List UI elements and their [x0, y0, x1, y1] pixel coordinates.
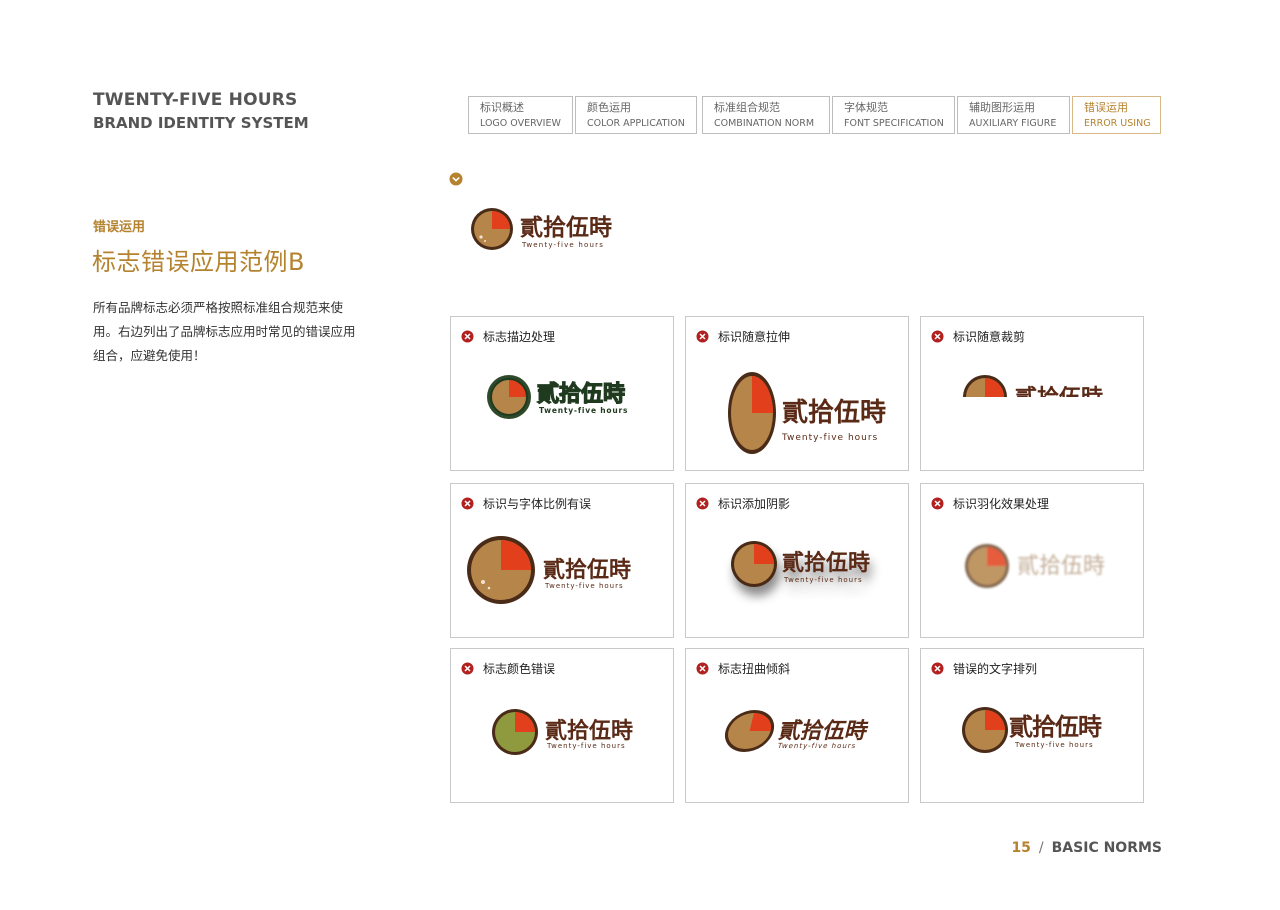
error-label: 标志描边处理	[483, 330, 556, 344]
logo-wordmark: 貳拾伍時	[782, 397, 886, 428]
x-circle-icon	[931, 330, 944, 343]
tab-combination-norm[interactable]: 标准组合规范 COMBINATION NORM	[702, 96, 830, 134]
logo-tagline: Twenty-five hours	[1014, 741, 1094, 749]
brand-title-line2: BRAND IDENTITY SYSTEM	[93, 114, 309, 132]
error-label: 标识随意拉伸	[718, 330, 791, 344]
section-tag: 错误运用	[93, 220, 146, 235]
section-heading: 标志错误应用范例B	[92, 248, 305, 276]
logo-tagline: Twenty-five hours	[783, 576, 863, 584]
x-circle-icon	[461, 330, 474, 343]
error-card: 标识随意裁剪 貳拾伍時	[920, 316, 1144, 471]
logo-tagline: Twenty-five hours	[546, 742, 626, 750]
logo-proportion-example: 貳拾伍時 Twenty-five hours	[467, 536, 631, 604]
tab-cn-label: 标准组合规范	[714, 101, 780, 114]
logo-shadow-example: 貳拾伍時 Twenty-five hours	[731, 541, 870, 587]
logo-wordmark: 貳拾伍時	[520, 214, 612, 241]
error-card: 标识随意拉伸 貳拾伍時 Twenty-five hours	[685, 316, 909, 471]
logo-tagline: Twenty-five hours	[776, 741, 858, 750]
logo-tagline: Twenty-five hours	[781, 433, 878, 443]
logo-wordmark: 貳拾伍時	[545, 718, 633, 744]
tab-logo-overview[interactable]: 标识概述 LOGO OVERVIEW	[468, 96, 573, 134]
brand-title-line1: TWENTY-FIVE HOURS	[93, 90, 298, 110]
brand-logo: 貳拾伍時 Twenty-five hours	[471, 208, 612, 250]
logo-wordmark: 貳拾伍時	[776, 717, 871, 744]
tab-en-label: COLOR APPLICATION	[587, 118, 685, 129]
logo-skewed-example: 貳拾伍時 Twenty-five hours	[724, 710, 871, 752]
error-label: 标识随意裁剪	[953, 330, 1026, 344]
x-circle-icon	[461, 662, 474, 675]
error-card: 标识添加阴影 貳拾伍時 Twenty-five hours	[685, 483, 909, 638]
tab-en-label: ERROR USING	[1084, 118, 1151, 129]
logo-wordmark: 貳拾伍時	[543, 557, 631, 583]
error-label: 标识添加阴影	[718, 497, 791, 511]
logo-stretched-example: 貳拾伍時 Twenty-five hours	[728, 372, 886, 454]
error-card: 标识与字体比例有误 貳拾伍時 Twenty-five hours	[450, 483, 674, 638]
x-circle-icon	[696, 662, 709, 675]
tab-cn-label: 颜色运用	[587, 101, 631, 114]
logo-wrong-color-example: 貳拾伍時 Twenty-five hours	[492, 709, 633, 755]
logo-tagline: Twenty-five hours	[544, 582, 624, 590]
logo-feathered-example: 貳拾伍時	[965, 544, 1105, 588]
logo-wordmark: 貳拾伍時	[1009, 713, 1102, 741]
error-card: 标志扭曲倾斜 貳拾伍時 Twenty-five hours	[685, 648, 909, 803]
tab-en-label: AUXILIARY FIGURE	[969, 118, 1057, 129]
footer-separator: /	[1038, 840, 1044, 856]
logo-tagline: Twenty-five hours	[539, 406, 628, 415]
tab-en-label: FONT SPECIFICATION	[844, 118, 944, 129]
error-card: 标志描边处理 貳拾伍時 Twenty-five hours	[450, 316, 674, 471]
tab-color-application[interactable]: 颜色运用 COLOR APPLICATION	[575, 96, 697, 134]
tab-font-specification[interactable]: 字体规范 FONT SPECIFICATION	[832, 96, 955, 134]
x-circle-icon	[696, 330, 709, 343]
x-circle-icon	[461, 497, 474, 510]
tab-cn-label: 错误运用	[1084, 101, 1128, 114]
tab-auxiliary-figure[interactable]: 辅助图形运用 AUXILIARY FIGURE	[957, 96, 1070, 134]
error-label: 标志颜色错误	[483, 662, 556, 676]
x-circle-icon	[931, 497, 944, 510]
tab-error-using[interactable]: 错误运用 ERROR USING	[1072, 96, 1161, 134]
page-number: 15	[1011, 840, 1031, 856]
logo-wordmark: 貳拾伍時	[537, 381, 625, 407]
footer-section: BASIC NORMS	[1051, 840, 1162, 856]
error-card: 标志颜色错误 貳拾伍時 Twenty-five hours	[450, 648, 674, 803]
logo-cropped-example: 貳拾伍時	[963, 375, 1103, 411]
logo-outline-example: 貳拾伍時 Twenty-five hours	[487, 375, 628, 419]
tab-cn-label: 标识概述	[480, 101, 524, 114]
check-circle-icon	[449, 172, 463, 186]
tab-en-label: COMBINATION NORM	[714, 118, 815, 129]
logo-wordmark: 貳拾伍時	[782, 550, 870, 576]
logo-tagline: Twenty-five hours	[521, 241, 604, 249]
error-label: 标识与字体比例有误	[483, 497, 592, 511]
error-label: 错误的文字排列	[953, 662, 1038, 676]
logo-text-arrangement-example: 貳拾伍時 Twenty-five hours	[962, 707, 1103, 753]
section-description: 所有品牌标志必须严格按照标准组合规范来使用。右边列出了品牌标志应用时常见的错误应…	[93, 300, 356, 363]
error-card: 标识羽化效果处理 貳拾伍時	[920, 483, 1144, 638]
brand-title: TWENTY-FIVE HOURS BRAND IDENTITY SYSTEM	[93, 90, 309, 132]
tab-cn-label: 辅助图形运用	[969, 101, 1035, 114]
clock-mark-icon	[471, 208, 513, 250]
logo-wordmark: 貳拾伍時	[1015, 385, 1103, 411]
logo-wordmark: 貳拾伍時	[1017, 554, 1105, 579]
tab-en-label: LOGO OVERVIEW	[480, 118, 561, 129]
x-circle-icon	[696, 497, 709, 510]
tab-cn-label: 字体规范	[844, 101, 888, 114]
error-label: 标识羽化效果处理	[953, 497, 1050, 511]
page-footer: 15 / BASIC NORMS	[1011, 840, 1162, 856]
error-label: 标志扭曲倾斜	[718, 662, 791, 676]
error-card: 错误的文字排列 貳拾伍時 Twenty-five hours	[920, 648, 1144, 803]
x-circle-icon	[931, 662, 944, 675]
